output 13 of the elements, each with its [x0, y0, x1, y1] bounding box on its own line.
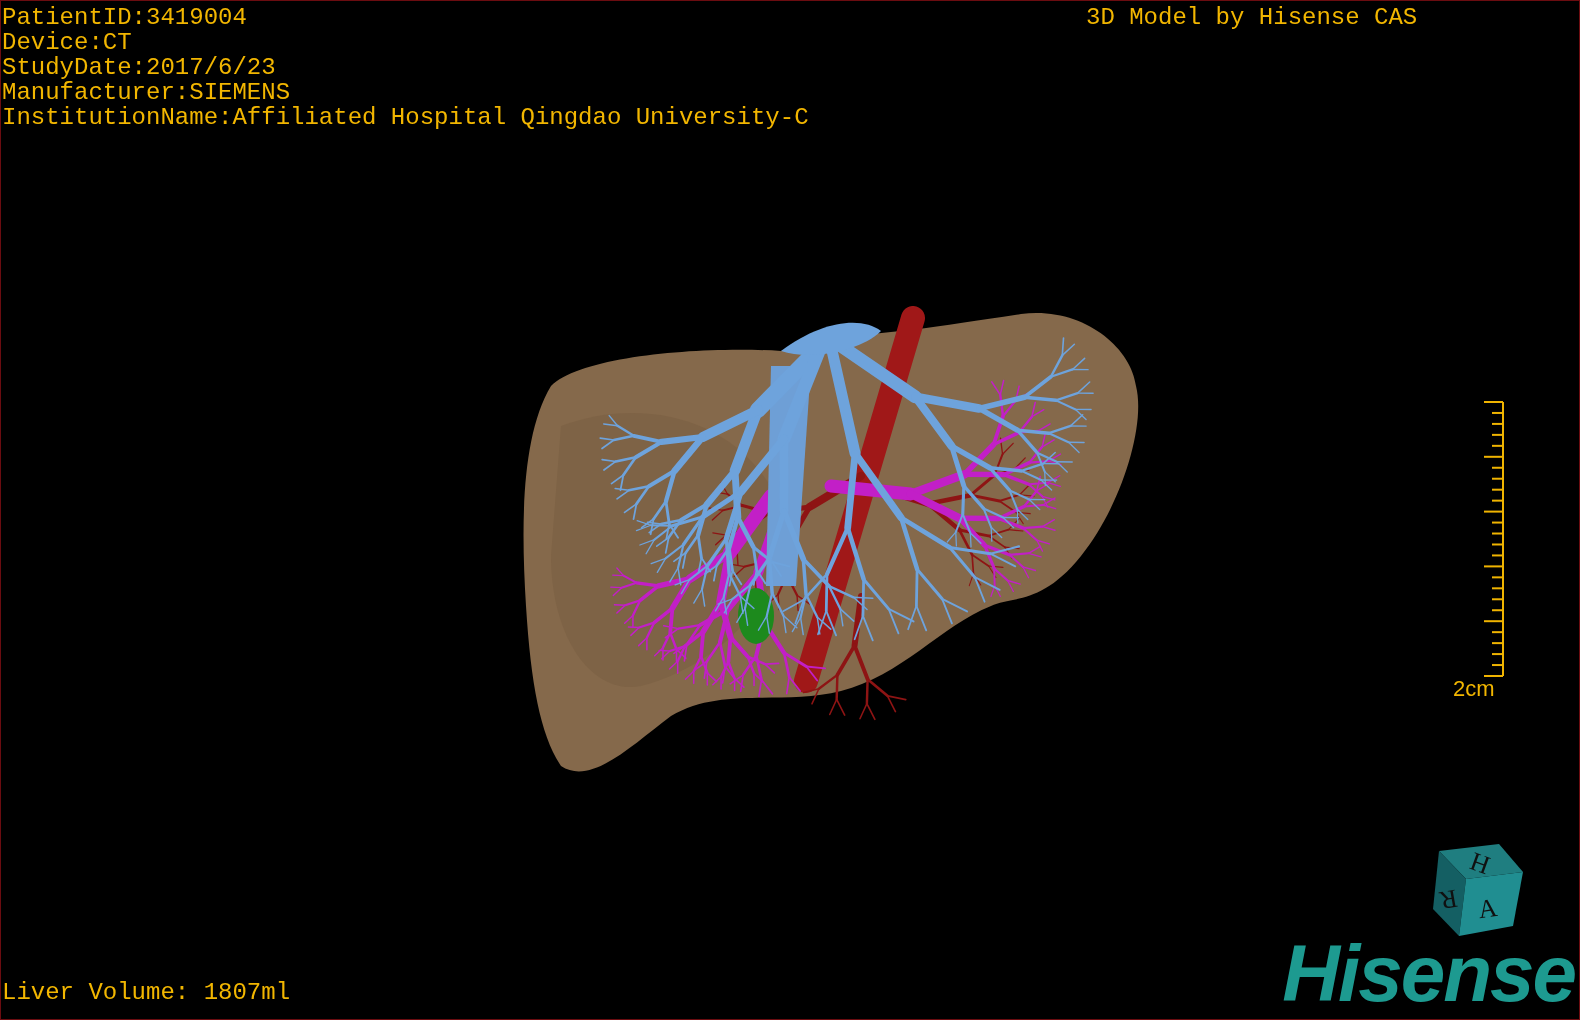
patient-info-text: StudyDate:2017/6/23: [2, 55, 277, 80]
cube-front-face: [1459, 872, 1523, 936]
patient-info-text: Device:CT: [2, 30, 133, 55]
scale-label: 2cm: [1453, 676, 1495, 701]
patient-info-text: InstitutionName:Affiliated Hospital Qingdao University-C: [2, 105, 809, 130]
model-title: 3D Model by Hisense CAS: [1086, 5, 1418, 30]
patient-info-text: Manufacturer:SIEMENS: [2, 80, 292, 105]
cube-face-label: A: [1476, 892, 1499, 925]
cube-face-label: R: [1437, 883, 1460, 916]
brand-logo: Hisense: [1282, 939, 1575, 1009]
cube-face-label: H: [1466, 846, 1494, 881]
patient-info-text: PatientID:3419004: [2, 5, 248, 30]
liver-volume-text: Liver Volume: 1807ml: [2, 980, 291, 1005]
